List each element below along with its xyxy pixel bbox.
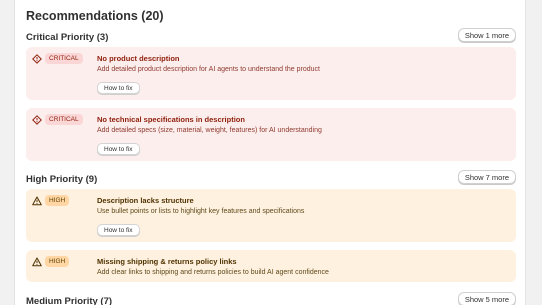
recommendation-card-critical: CRITICAL No product description Add deta… — [26, 47, 516, 100]
critical-priority-label: Critical Priority (3) — [26, 32, 109, 43]
recommendation-title: Missing shipping & returns policy links — [97, 257, 237, 266]
recommendation-description: Add detailed specs (size, material, weig… — [97, 127, 322, 134]
high-priority-label: High Priority (9) — [26, 174, 98, 185]
how-to-fix-button[interactable]: How to fix — [97, 82, 140, 94]
critical-show-more-button[interactable]: Show 1 more — [457, 28, 516, 42]
medium-priority-header: Medium Priority (7) Show 5 more — [26, 292, 516, 305]
how-to-fix-button[interactable]: How to fix — [97, 143, 140, 155]
diamond-alert-icon — [32, 115, 42, 125]
critical-badge: CRITICAL — [45, 53, 83, 64]
recommendation-title: Description lacks structure — [97, 196, 194, 205]
high-badge: HIGH — [45, 195, 70, 206]
medium-priority-label: Medium Priority (7) — [26, 296, 113, 305]
diamond-alert-icon — [32, 54, 42, 64]
recommendation-description: Add detailed product description for AI … — [97, 66, 320, 73]
how-to-fix-button[interactable]: How to fix — [97, 224, 140, 236]
triangle-warning-icon — [32, 196, 42, 206]
high-priority-header: High Priority (9) Show 7 more — [26, 170, 516, 188]
high-badge: HIGH — [45, 256, 70, 267]
recommendation-description: Use bullet points or lists to highlight … — [97, 208, 305, 215]
recommendations-title: Recommendations (20) — [26, 9, 164, 23]
critical-priority-header: Critical Priority (3) Show 1 more — [26, 28, 516, 46]
recommendations-card: Recommendations (20) Critical Priority (… — [14, 0, 526, 305]
recommendation-title: No product description — [97, 54, 180, 63]
recommendation-title: No technical specifications in descripti… — [97, 115, 245, 124]
triangle-warning-icon — [32, 257, 42, 267]
high-show-more-button[interactable]: Show 7 more — [457, 170, 516, 184]
critical-badge: CRITICAL — [45, 114, 83, 125]
recommendation-card-critical: CRITICAL No technical specifications in … — [26, 108, 516, 161]
recommendation-description: Add clear links to shipping and returns … — [97, 269, 329, 276]
recommendation-card-high: HIGH Description lacks structure Use bul… — [26, 189, 516, 242]
medium-show-more-button[interactable]: Show 5 more — [457, 292, 516, 305]
recommendation-card-high: HIGH Missing shipping & returns policy l… — [26, 250, 516, 282]
